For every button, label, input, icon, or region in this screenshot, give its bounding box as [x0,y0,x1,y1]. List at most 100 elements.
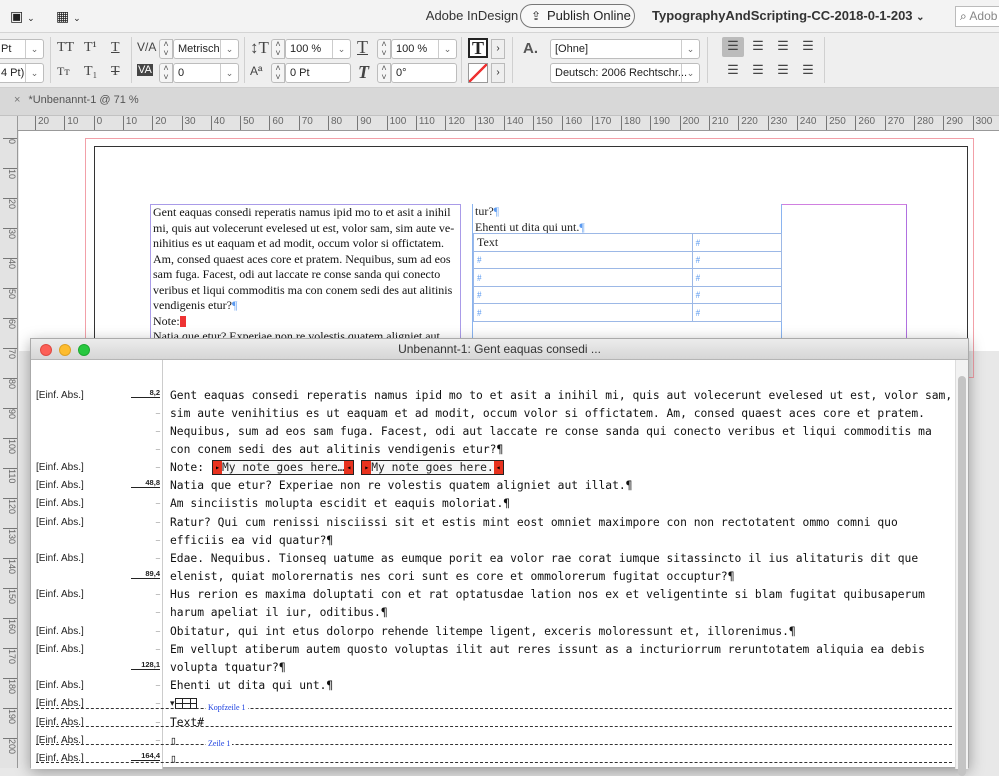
layout-table[interactable]: Text # # # # # # # # # [473,233,783,322]
close-icon[interactable]: × [14,94,20,106]
baseline-shift-stepper[interactable]: ˄ ˅ [271,63,285,83]
text-frame-1[interactable]: Gent eaquas consedi reperatis namus ipid… [150,204,461,344]
story-text[interactable]: Edae. Nequibus. Tionseq uatume as eumque… [170,552,918,565]
story-text[interactable]: ▯ [170,752,177,765]
story-text[interactable]: volupta tquatur?¶ [170,661,286,674]
vertical-scrollbar[interactable] [955,360,968,776]
horizontal-ruler[interactable]: 20 10 0 10 20 30 40 50 60 70 80 90 100 110 120 130 140 15… [18,116,999,131]
document-switcher[interactable]: TypographyAndScripting-CC-2018-0-1-203 ⌄ [652,8,925,23]
story-text[interactable]: Gent eaquas consedi reperatis namus ipid… [170,389,952,402]
all-caps-icon[interactable]: TT [57,40,74,56]
story-text[interactable]: Text# [170,716,204,729]
align-center-icon[interactable]: ☰ [747,37,769,57]
strikethrough-icon[interactable]: T [111,64,120,80]
leading-field[interactable]: 4 Pt) ⌄ [0,63,44,83]
align-away-spine-icon[interactable]: ☰ [797,61,819,81]
align-left-icon[interactable]: ☰ [722,37,744,57]
table-cell[interactable]: # [691,233,783,252]
table-cell[interactable]: # [473,250,693,269]
baseline-shift-field[interactable]: 0 Pt [285,63,351,83]
kerning-stepper[interactable]: ˄ ˅ [159,39,173,59]
note-start-icon[interactable]: ▸ [213,461,222,474]
story-text[interactable]: sim aute venihitius es ut eaquam et ad m… [170,407,925,420]
align-right-icon[interactable]: ☰ [772,37,794,57]
story-text[interactable]: Am sinciistis molupta escidit et eaquis … [170,497,510,510]
story-text[interactable]: con conem sedi des aut alitinis vendigen… [170,443,503,456]
vertical-ruler[interactable]: 0 10 20 30 40 50 60 70 80 90 100 110 120 130 140 150 160… [0,116,18,768]
align-towards-spine-icon[interactable]: ☰ [797,37,819,57]
tracking-stepper[interactable]: ˄ ˅ [159,63,173,83]
publish-online-button[interactable]: ⇪ Publish Online [520,4,635,28]
story-text[interactable]: efficiis ea vid quatur?¶ [170,534,333,547]
table-cell[interactable]: Text [473,233,693,252]
justify-all-icon[interactable]: ☰ [772,61,794,81]
depth-label: _ [155,551,160,560]
chevron-down-icon[interactable]: ⌄ [681,64,699,82]
story-text[interactable]: harum apeliat il iur, oditibus.¶ [170,606,388,619]
underline-icon[interactable]: T [111,40,120,56]
table-cell[interactable]: # [691,285,783,304]
chevron-down-icon[interactable]: ⌄ [681,40,699,58]
horizontal-scale-field[interactable]: 100 % ⌄ [391,39,457,59]
story-text[interactable]: Obitatur, qui int etus dolorpo rehende l… [170,625,796,638]
skew-stepper[interactable]: ˄ ˅ [377,63,391,83]
screen-mode-icon[interactable]: ▣ ⌄ [10,8,35,25]
story-text[interactable]: elenist, quiat molorernatis nes cori sun… [170,570,735,583]
chevron-down-icon[interactable]: ⌄ [25,64,43,82]
close-window-button[interactable] [40,344,52,356]
story-editor-title-bar[interactable]: Unbenannt-1: Gent eaquas consedi ... [31,339,968,360]
language-select[interactable]: Deutsch: 2006 Rechtschr... ⌄ [550,63,700,83]
chevron-down-icon[interactable]: ⌄ [220,64,238,82]
story-text[interactable]: Nequibus, sum ad eos sam fuga. Facest, o… [170,425,932,438]
search-input[interactable]: ⌕ Adob [955,6,999,27]
story-text[interactable]: Note: [170,461,211,474]
notes-container: ▸ My note goes here… ◂ ▸ My note goes here.… [212,460,511,475]
tab-document[interactable]: × *Unbenannt-1 @ 71 % [14,94,139,106]
font-size-field[interactable]: Pt ⌄ [0,39,44,59]
chevron-down-icon[interactable]: ⌄ [220,40,238,58]
table-cell[interactable]: # [691,303,783,322]
kerning-field[interactable]: Metrisch ⌄ [173,39,239,59]
chevron-down-icon[interactable]: ⌄ [438,40,456,58]
minimize-window-button[interactable] [59,344,71,356]
table-cell[interactable]: # [691,268,783,287]
story-text[interactable]: ▯ [170,734,177,747]
superscript-icon[interactable]: T¹ [84,40,97,56]
fill-text-icon[interactable]: T [468,38,488,58]
inline-note[interactable]: ▸ My note goes here. ◂ [361,460,504,475]
justify-left-icon[interactable]: ☰ [722,61,744,81]
ruler-label: 230 [767,116,787,130]
table-cell[interactable]: # [473,268,693,287]
inline-note[interactable]: ▸ My note goes here… ◂ [212,460,355,475]
chevron-down-icon[interactable]: ⌄ [25,40,43,58]
story-text[interactable]: Ratur? Qui cum renissi nisciissi sit et … [170,516,898,529]
ruler-label: 240 [796,116,816,130]
table-cell[interactable]: # [473,303,693,322]
chevron-right-icon[interactable]: › [491,63,505,83]
horizontal-scale-stepper[interactable]: ˄ ˅ [377,39,391,59]
table-cell[interactable]: # [691,250,783,269]
story-text[interactable]: Hus rerion es maxima doluptati con et ra… [170,588,925,601]
story-text[interactable]: Ehenti ut dita qui unt.¶ [170,679,333,692]
justify-center-icon[interactable]: ☰ [747,61,769,81]
stroke-none-icon[interactable] [468,63,488,83]
small-caps-icon[interactable]: Tт [57,64,70,79]
character-style-select[interactable]: [Ohne] ⌄ [550,39,700,59]
vertical-scale-stepper[interactable]: ˄ ˅ [271,39,285,59]
story-text[interactable]: Em vellupt atiberum autem quosto volupta… [170,643,925,656]
chevron-down-icon[interactable]: ⌄ [332,40,350,58]
chevron-right-icon[interactable]: › [491,39,505,59]
note-anchor-icon[interactable] [179,316,186,328]
scrollbar-thumb[interactable] [958,376,966,776]
skew-field[interactable]: 0° [391,63,457,83]
tracking-field[interactable]: 0 ⌄ [173,63,239,83]
note-end-icon[interactable]: ◂ [344,461,354,474]
story-text[interactable]: Natia que etur? Experiae non re volestis… [170,479,633,492]
note-start-icon[interactable]: ▸ [362,461,372,474]
table-cell[interactable]: # [473,285,693,304]
zoom-window-button[interactable] [78,344,90,356]
workspace-layout-icon[interactable]: ▦ ⌄ [56,8,81,25]
vertical-scale-field[interactable]: 100 % ⌄ [285,39,351,59]
subscript-icon[interactable]: T₁ [84,64,97,80]
note-end-icon[interactable]: ◂ [493,461,503,474]
